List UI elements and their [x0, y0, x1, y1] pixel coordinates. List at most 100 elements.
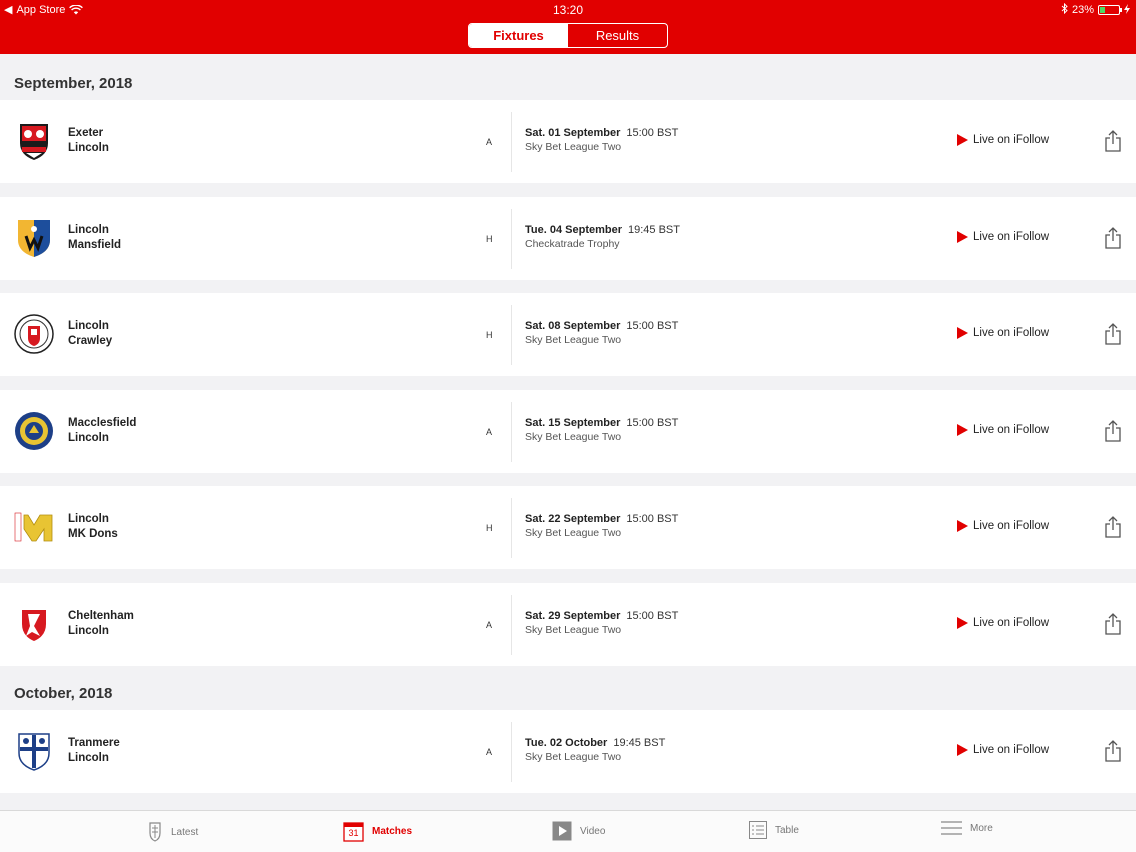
fixtures-list[interactable]: September, 2018 Exeter Lincoln A Sat. 01… [0, 54, 1136, 810]
fixture-date: Tue. 02 October [525, 736, 608, 749]
home-team: Exeter [68, 127, 104, 139]
fixture-row[interactable]: Lincoln Crawley H Sat. 08 September 15:00… [0, 293, 1136, 376]
fixture-date-time: Sat. 22 September 15:00 BST [525, 513, 678, 525]
bluetooth-icon [1061, 2, 1068, 17]
fixture-teams: Exeter Lincoln [68, 126, 109, 156]
fixture-teams: Tranmere Lincoln [68, 736, 120, 766]
fixture-date-time: Sat. 01 September 15:00 BST [525, 127, 678, 139]
venue-indicator: A [486, 426, 493, 437]
live-on-ifollow-button[interactable]: Live on iFollow [957, 616, 1049, 629]
fixture-competition: Sky Bet League Two [525, 623, 622, 636]
fixture-row[interactable]: Exeter Lincoln A Sat. 01 September 15:00 … [0, 100, 1136, 183]
tab-table[interactable]: Table [749, 821, 799, 839]
share-icon[interactable] [1104, 739, 1122, 762]
fixture-teams: Macclesfield Lincoln [68, 416, 136, 446]
fixture-row[interactable]: Tranmere Lincoln A Tue. 02 October 19:45 … [0, 709, 1136, 793]
fixture-time: 19:45 BST [613, 736, 666, 749]
table-list-icon [749, 821, 767, 839]
fixture-row[interactable]: Cheltenham Lincoln A Sat. 29 September 15… [0, 582, 1136, 666]
live-on-ifollow-button[interactable]: Live on iFollow [957, 327, 1049, 339]
live-on-ifollow-button[interactable]: Live on iFollow [957, 743, 1049, 756]
play-icon [957, 616, 968, 629]
live-on-ifollow-button[interactable]: Live on iFollow [957, 134, 1049, 146]
live-on-ifollow-button[interactable]: Live on iFollow [957, 423, 1050, 436]
home-team: Lincoln [68, 320, 109, 332]
tab-table-label: Table [775, 824, 799, 836]
tab-more[interactable]: More [941, 821, 993, 835]
fixture-teams: Lincoln Crawley [68, 319, 112, 349]
share-icon[interactable] [1104, 612, 1122, 635]
share-icon[interactable] [1104, 130, 1122, 152]
row-divider [511, 208, 512, 269]
fixture-time: 19:45 BST [628, 223, 680, 236]
status-bar: ◀ App Store 13:20 23% [0, 0, 1136, 18]
video-play-icon [552, 821, 572, 841]
live-label: Live on iFollow [973, 327, 1050, 339]
charging-icon [1124, 3, 1130, 17]
fixture-competition: Sky Bet League Two [525, 334, 622, 346]
play-icon [957, 134, 968, 146]
play-icon [957, 520, 968, 532]
tab-video-label: Video [580, 825, 606, 837]
share-icon[interactable] [1104, 419, 1122, 442]
fixture-competition: Sky Bet League Two [525, 527, 622, 539]
venue-indicator: H [486, 330, 493, 340]
venue-indicator: A [486, 619, 493, 630]
away-team: Lincoln [68, 431, 109, 444]
venue-indicator: A [486, 137, 493, 147]
fixture-date-time: Tue. 04 September 19:45 BST [525, 224, 680, 236]
bottom-tab-bar: Latest 31 Matches Video Table More [0, 810, 1136, 852]
live-label: Live on iFollow [973, 423, 1050, 436]
away-team: Lincoln [68, 751, 109, 764]
play-icon [957, 230, 968, 243]
row-divider [511, 401, 512, 462]
fixture-time: 15:00 BST [626, 609, 679, 622]
row-divider [511, 594, 512, 655]
share-icon[interactable] [1104, 226, 1122, 249]
home-team: Cheltenham [68, 609, 134, 622]
fixture-time: 15:00 BST [626, 320, 679, 332]
fixture-competition: Sky Bet League Two [525, 430, 622, 443]
battery-percent: 23% [1071, 4, 1094, 16]
top-header: ◀ App Store 13:20 23% Fixtures Results [0, 0, 1136, 54]
row-divider [511, 112, 512, 172]
tab-latest[interactable]: Latest [147, 821, 198, 843]
venue-indicator: A [486, 746, 493, 757]
fixture-date: Sat. 01 September [525, 127, 621, 139]
row-divider [511, 721, 512, 782]
section-title: September, 2018 [14, 75, 133, 92]
fixture-row[interactable]: Macclesfield Lincoln A Sat. 15 September… [0, 389, 1136, 473]
live-on-ifollow-button[interactable]: Live on iFollow [957, 520, 1049, 532]
away-team: Mansfield [68, 238, 122, 251]
share-icon[interactable] [1104, 323, 1122, 345]
away-team: Crawley [68, 335, 113, 347]
battery-icon [1098, 5, 1122, 15]
tab-fixtures[interactable]: Fixtures [469, 24, 568, 47]
play-icon [957, 743, 968, 756]
tab-matches[interactable]: 31 Matches [343, 821, 412, 842]
tab-video[interactable]: Video [552, 821, 605, 841]
fixture-competition: Sky Bet League Two [525, 750, 622, 763]
home-team: Tranmere [68, 736, 120, 749]
live-on-ifollow-button[interactable]: Live on iFollow [957, 230, 1049, 243]
fixture-row[interactable]: Lincoln Mansfield H Tue. 04 September 19:… [0, 196, 1136, 280]
status-right: 23% [1061, 2, 1130, 17]
home-team: Lincoln [68, 513, 109, 525]
play-icon [957, 423, 968, 436]
fixture-date-time: Sat. 15 September 15:00 BST [525, 417, 678, 429]
fixtures-results-toggle: Fixtures Results [468, 23, 668, 48]
fixture-time: 15:00 BST [626, 513, 679, 525]
fixture-row[interactable]: Lincoln MK Dons H Sat. 22 September 15:00… [0, 486, 1136, 569]
calendar-icon: 31 [343, 821, 364, 842]
venue-indicator: H [486, 523, 493, 533]
home-team: Macclesfield [68, 416, 137, 429]
tab-results[interactable]: Results [568, 24, 667, 47]
fixture-date-time: Sat. 29 September 15:00 BST [525, 610, 678, 622]
macclesfield-crest-icon [14, 411, 54, 451]
tab-latest-label: Latest [171, 826, 199, 838]
fixture-time: 15:00 BST [626, 416, 679, 429]
section-title: October, 2018 [14, 684, 113, 702]
share-icon[interactable] [1104, 516, 1122, 538]
away-team: MK Dons [68, 528, 118, 540]
tab-matches-label: Matches [372, 826, 413, 837]
